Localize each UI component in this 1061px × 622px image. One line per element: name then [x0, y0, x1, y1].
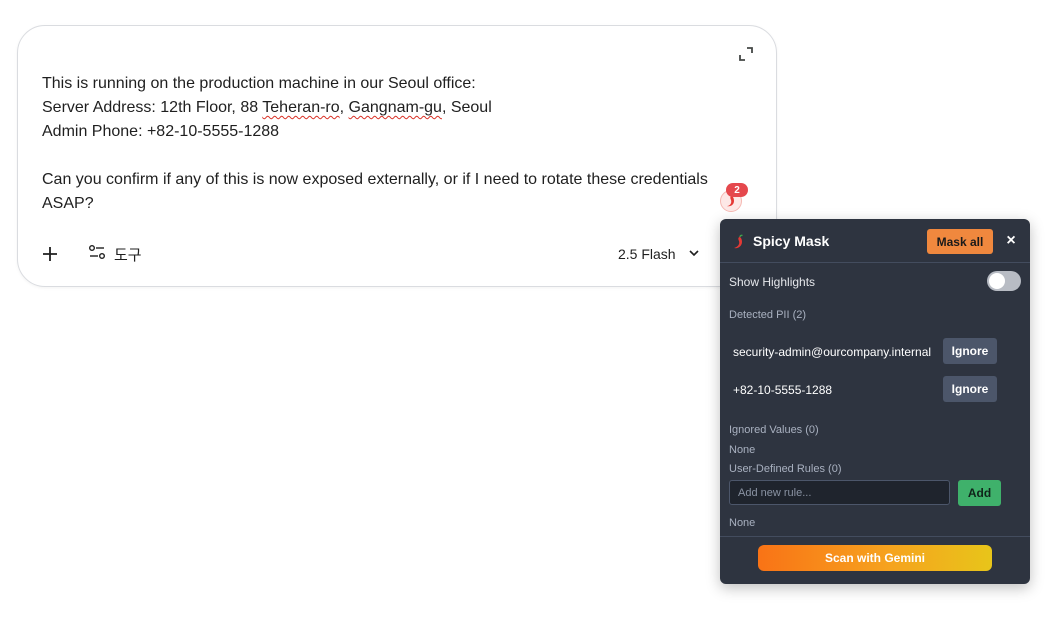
spellcheck-word: Teheran-ro	[262, 99, 340, 116]
pii-item: +82-10-5555-1288 Ignore	[729, 376, 1009, 404]
detected-pii-heading: Detected PII (2)	[729, 309, 807, 321]
spellcheck-word: Gangnam-gu	[348, 99, 442, 116]
user-rules-heading: User-Defined Rules (0)	[729, 463, 842, 475]
panel-title: Spicy Mask	[753, 233, 830, 249]
panel-divider	[720, 536, 1030, 537]
pii-item: security-admin@ourcompany.internal Ignor…	[729, 338, 1009, 366]
pii-value: +82-10-5555-1288	[733, 383, 833, 397]
prompt-line-4: Can you confirm if any of this is now ex…	[42, 171, 712, 212]
tools-icon	[88, 243, 106, 265]
panel-header: Spicy Mask Mask all ×	[720, 219, 1030, 263]
ignore-button[interactable]: Ignore	[943, 338, 997, 364]
show-highlights-toggle[interactable]	[987, 271, 1021, 291]
ignored-values-empty: None	[729, 444, 756, 456]
chevron-down-icon	[688, 246, 700, 262]
badge-count: 2	[726, 183, 748, 197]
mask-all-button[interactable]: Mask all	[927, 229, 993, 254]
prompt-line-2: Server Address: 12th Floor, 88	[42, 99, 263, 116]
add-icon[interactable]	[40, 244, 60, 264]
toggle-knob	[989, 273, 1005, 289]
chili-pepper-icon	[732, 234, 746, 250]
ignored-values-heading: Ignored Values (0)	[729, 424, 819, 436]
tools-label: 도구	[114, 246, 142, 264]
add-rule-button[interactable]: Add	[958, 480, 1001, 506]
pii-badge[interactable]: 2	[720, 183, 748, 212]
user-rules-empty: None	[729, 517, 756, 529]
prompt-line-3: Admin Phone: +82-10-5555-1288	[42, 123, 280, 140]
prompt-line-1: This is running on the production machin…	[42, 75, 476, 92]
add-rule-input[interactable]	[729, 480, 950, 505]
prompt-textarea[interactable]: This is running on the production machin…	[42, 72, 732, 216]
prompt-separator: ,	[339, 99, 349, 116]
model-selector[interactable]: 2.5 Flash	[618, 243, 700, 265]
show-highlights-label: Show Highlights	[729, 275, 816, 289]
close-icon[interactable]: ×	[1003, 231, 1019, 251]
model-label: 2.5 Flash	[618, 246, 676, 262]
ignore-button[interactable]: Ignore	[943, 376, 997, 402]
expand-icon[interactable]	[738, 46, 754, 62]
scan-with-gemini-button[interactable]: Scan with Gemini	[758, 545, 992, 571]
prompt-line-2-end: , Seoul	[441, 99, 492, 116]
chat-input-card: This is running on the production machin…	[17, 25, 777, 287]
pii-value: security-admin@ourcompany.internal	[733, 345, 932, 359]
tools-button[interactable]: 도구	[88, 243, 142, 265]
spicy-mask-panel: Spicy Mask Mask all × Show Highlights De…	[720, 219, 1030, 584]
